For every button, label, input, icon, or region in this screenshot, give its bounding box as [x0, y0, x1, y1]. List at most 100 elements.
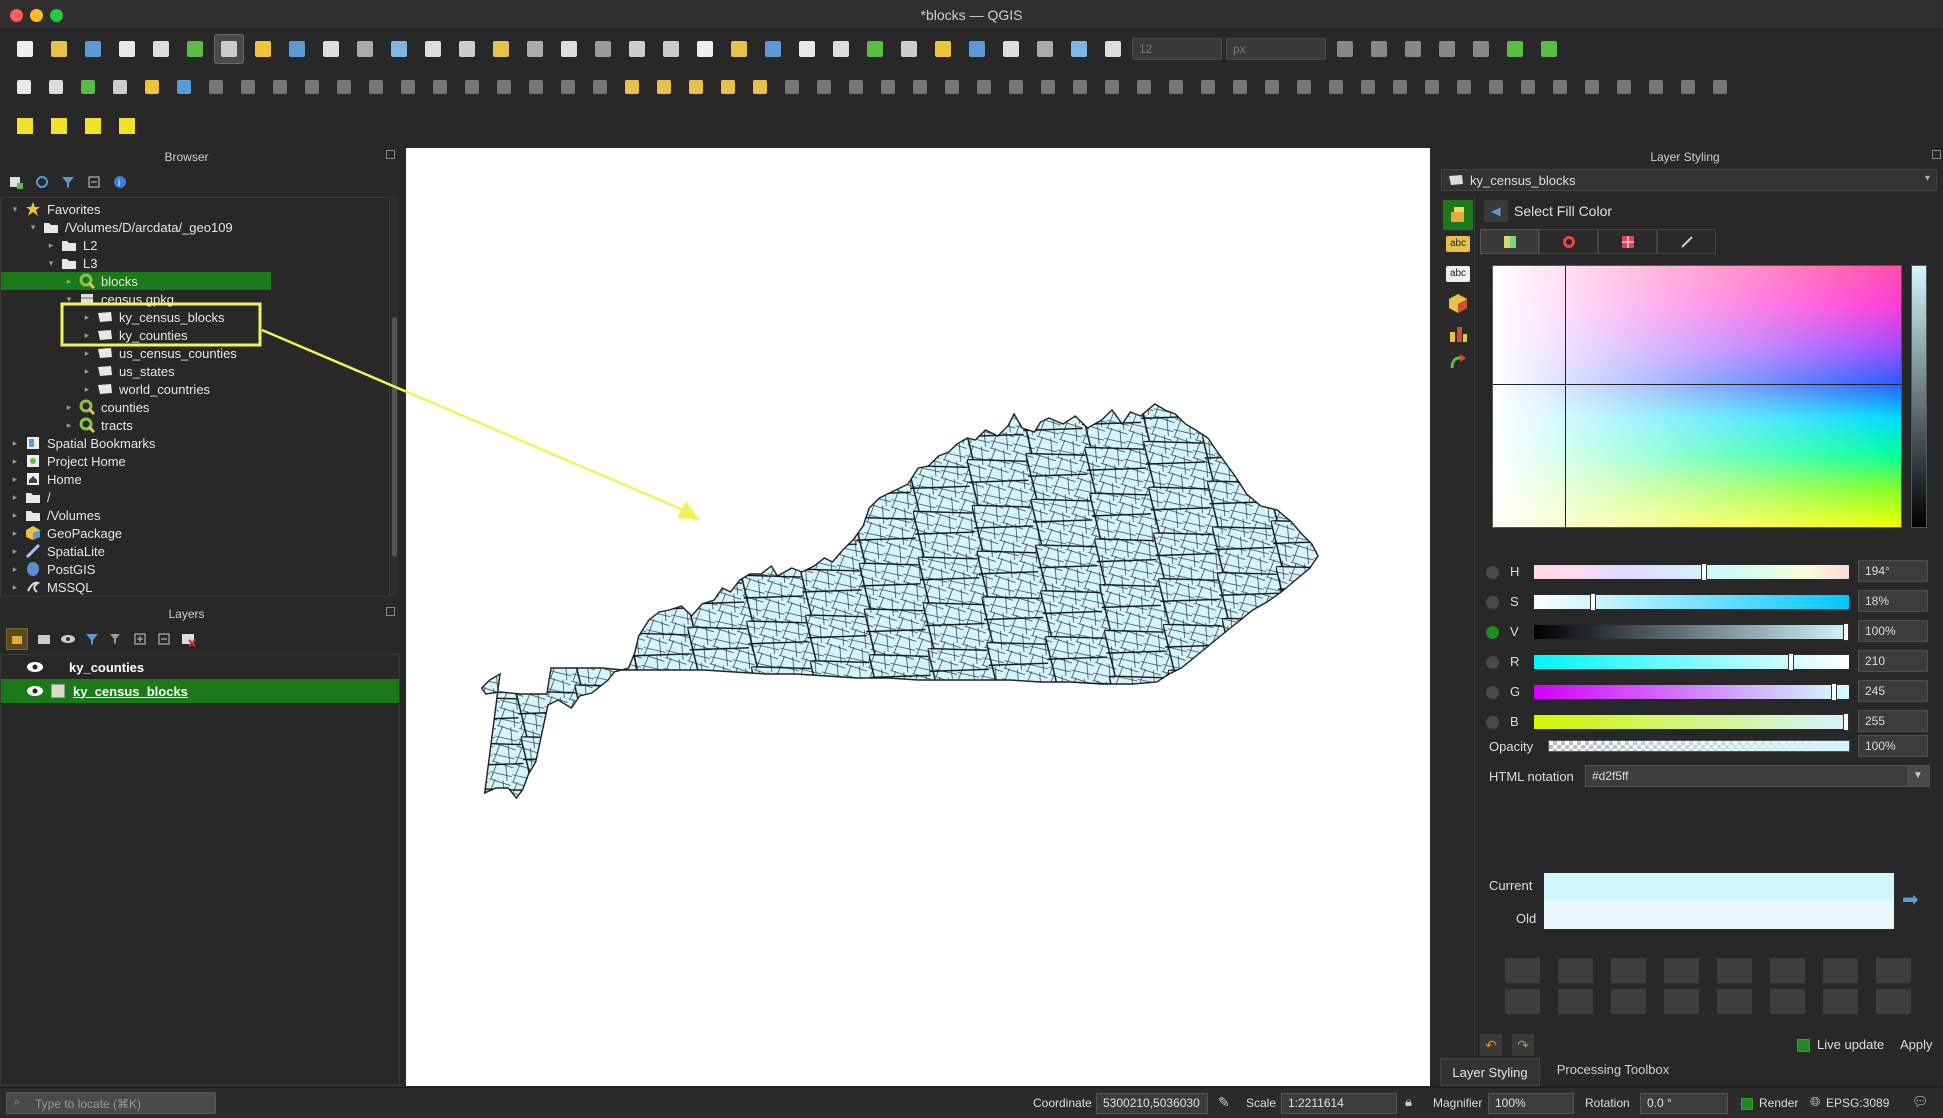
messages-icon[interactable]: 💬︎ [1912, 1094, 1929, 1110]
browser-item[interactable]: ▸ SpatiaLite [1, 542, 105, 560]
browser-item[interactable]: ▸ / [1, 488, 51, 506]
manage-visibility-icon[interactable] [60, 631, 76, 647]
digitizing-tool-13-button[interactable] [426, 72, 454, 102]
browser-item[interactable]: ▸ ky_counties [1, 326, 188, 344]
collapsed-arrow-icon[interactable]: ▸ [81, 348, 93, 359]
digitizing-tool-2-button[interactable] [74, 72, 102, 102]
locator-input[interactable]: ⌕ Type to locate (⌘K) [6, 1092, 216, 1114]
collapsed-arrow-icon[interactable]: ▸ [9, 528, 21, 539]
channel-slider[interactable] [1534, 593, 1849, 611]
digitizing-tool-44-button[interactable] [1418, 72, 1446, 102]
add-selected-layers-icon[interactable] [8, 174, 24, 190]
digitizing-tool-41-button[interactable] [1322, 72, 1350, 102]
collapsed-arrow-icon[interactable]: ▸ [9, 564, 21, 575]
zoom-native-button[interactable] [452, 34, 482, 64]
undo-style-button[interactable]: ↶ [1480, 1034, 1502, 1056]
slider-handle[interactable] [1843, 623, 1849, 641]
layer-symbol-swatch[interactable] [51, 684, 65, 698]
digitizing-tool-48-button[interactable] [1546, 72, 1574, 102]
digitizing-tool-12-button[interactable] [394, 72, 422, 102]
digitizing-tool-22-button[interactable] [714, 72, 742, 102]
channel-slider[interactable] [1534, 563, 1849, 581]
digitizing-tool-32-button[interactable] [1034, 72, 1062, 102]
rotation-field[interactable]: 0.0 ° [1640, 1093, 1728, 1114]
redo-style-button[interactable]: ↷ [1512, 1034, 1534, 1056]
collapsed-arrow-icon[interactable]: ▸ [9, 546, 21, 557]
remove-layer-icon[interactable] [180, 631, 196, 647]
digitizing-tool-21-button[interactable] [682, 72, 710, 102]
channel-radio[interactable] [1486, 686, 1499, 699]
refresh-icon[interactable] [34, 174, 50, 190]
color-sampler-tab[interactable] [1657, 229, 1716, 254]
crs-button[interactable]: EPSG:3089 [1826, 1096, 1889, 1110]
collapsed-arrow-icon[interactable]: ▸ [81, 366, 93, 377]
collapsed-arrow-icon[interactable]: ▸ [9, 492, 21, 503]
expanded-arrow-icon[interactable]: ▾ [45, 258, 57, 269]
old-color-preview[interactable] [1544, 901, 1894, 929]
digitizing-tool-53-button[interactable] [1706, 72, 1734, 102]
lock-scale-icon[interactable]: 🔒︎ [1405, 1094, 1412, 1110]
3d-view-icon[interactable] [1447, 292, 1469, 314]
digitize-line-button[interactable] [1330, 34, 1360, 64]
custom-color-swatch[interactable] [1769, 957, 1806, 984]
tab-processing-toolbox[interactable]: Processing Toolbox [1548, 1058, 1678, 1082]
browser-item[interactable]: ▸ blocks [1, 272, 271, 290]
coordinate-field[interactable]: 5300210,5036030 [1096, 1093, 1208, 1114]
digitizing-tool-4-button[interactable] [138, 72, 166, 102]
digitizing-tool-8-button[interactable] [266, 72, 294, 102]
select-by-location-button[interactable] [112, 111, 142, 141]
zoom-in-button[interactable] [282, 34, 312, 64]
browser-item[interactable]: ▸ Spatial Bookmarks [1, 434, 156, 452]
filter-expression-icon[interactable] [108, 631, 124, 647]
symbology-tab[interactable] [1443, 200, 1473, 230]
custom-color-swatch[interactable] [1557, 988, 1594, 1015]
swap-color-arrow-icon[interactable]: ➡ [1902, 887, 1919, 912]
expanded-arrow-icon[interactable]: ▾ [27, 222, 39, 233]
apply-button[interactable]: Apply [1900, 1037, 1933, 1052]
slider-handle[interactable] [1700, 563, 1707, 581]
pan-to-selection-button[interactable] [248, 34, 278, 64]
back-button[interactable]: ◀ [1484, 200, 1508, 222]
digitizing-tool-36-button[interactable] [1162, 72, 1190, 102]
new-bookmark-button[interactable] [622, 34, 652, 64]
browser-item[interactable]: ▾ Favorites [1, 200, 101, 218]
digitizing-tool-27-button[interactable] [874, 72, 902, 102]
browser-item[interactable]: ▸ GeoPackage [1, 524, 122, 542]
undock-panel-icon[interactable] [386, 150, 395, 159]
measure-button[interactable] [928, 34, 958, 64]
trace-button[interactable] [1364, 34, 1394, 64]
open-styling-panel-button[interactable] [6, 627, 28, 650]
custom-color-swatch[interactable] [1557, 957, 1594, 984]
browser-item[interactable]: ▸ L2 [1, 236, 98, 254]
custom-color-swatch[interactable] [1716, 988, 1753, 1015]
digitizing-tool-45-button[interactable] [1450, 72, 1478, 102]
pan-map-button[interactable] [214, 34, 244, 64]
zoom-to-selection-button[interactable] [384, 34, 414, 64]
browser-item[interactable]: ▸ MSSQL [1, 578, 93, 596]
color-swatches-tab[interactable] [1598, 229, 1657, 254]
collapsed-arrow-icon[interactable]: ▸ [81, 312, 93, 323]
history-icon[interactable] [1447, 352, 1469, 374]
map-tips-button[interactable] [962, 34, 992, 64]
python-console-button[interactable] [1534, 34, 1564, 64]
channel-value[interactable]: 100% [1858, 620, 1928, 642]
digitizing-tool-5-button[interactable] [170, 72, 198, 102]
locator-search-button[interactable] [1500, 34, 1530, 64]
render-checkbox[interactable] [1741, 1098, 1753, 1110]
browser-item[interactable]: ▸ Project Home [1, 452, 126, 470]
zoom-out-button[interactable] [316, 34, 346, 64]
custom-color-swatch[interactable] [1822, 988, 1859, 1015]
color-wheel-tab[interactable] [1539, 229, 1598, 254]
slider-handle[interactable] [1843, 713, 1849, 731]
color-area[interactable] [1492, 265, 1903, 529]
layer-selector-combo[interactable]: ky_census_blocks ▾ [1441, 169, 1937, 191]
digitizing-tool-18-button[interactable] [586, 72, 614, 102]
layout-manager-button[interactable] [146, 34, 176, 64]
zoom-last-button[interactable] [486, 34, 516, 64]
statistics-button[interactable] [894, 34, 924, 64]
browser-item[interactable]: ▸ ky_census_blocks [1, 308, 225, 326]
channel-slider[interactable] [1534, 683, 1849, 701]
snapping-magnet-button[interactable] [1064, 34, 1094, 64]
style-manager-button[interactable] [180, 34, 210, 64]
undock-styling-icon[interactable] [1932, 150, 1941, 159]
